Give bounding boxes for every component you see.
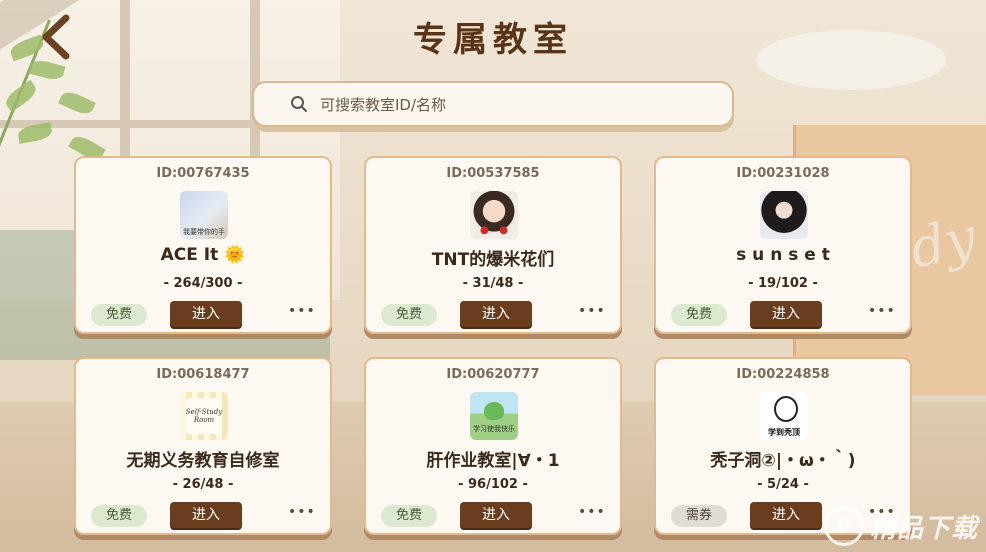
more-options-icon[interactable]: •••	[288, 304, 315, 324]
room-id: ID:00618477	[156, 367, 250, 382]
room-avatar: 我要带你的手	[180, 191, 228, 239]
enter-button[interactable]: 进入	[750, 301, 822, 327]
room-card[interactable]: ID:00618477 Self-Study Room 无期义务教育自修室 - …	[74, 357, 332, 535]
room-name: ACE It 🌞	[160, 245, 246, 265]
room-id: ID:00537585	[446, 166, 540, 181]
enter-button[interactable]: 进入	[170, 502, 242, 528]
room-card[interactable]: ID:00620777 学习使我快乐 肝作业教室|∀・1 - 96/102 - …	[364, 357, 622, 535]
avatar-caption: Self-Study Room	[185, 408, 223, 424]
price-tag: 免费	[91, 304, 147, 326]
avatar-caption: 学习使我快乐	[473, 425, 515, 433]
room-id: ID:00231028	[736, 166, 830, 181]
watermark-p-icon: P	[823, 506, 864, 546]
price-tag: 免费	[91, 505, 147, 527]
room-id: ID:00620777	[446, 367, 540, 382]
search-placeholder: 可搜索教室ID/名称	[320, 95, 447, 114]
room-avatar	[760, 191, 808, 239]
enter-button[interactable]: 进入	[170, 301, 242, 327]
more-options-icon[interactable]: •••	[288, 505, 315, 525]
room-name: s u n s e t	[736, 245, 830, 265]
enter-button[interactable]: 进入	[460, 301, 532, 327]
room-card[interactable]: ID:00767435 我要带你的手 ACE It 🌞 - 264/300 - …	[74, 156, 332, 334]
price-tag: 免费	[671, 304, 727, 326]
more-options-icon[interactable]: •••	[578, 304, 605, 324]
room-avatar: Self-Study Room	[180, 392, 228, 440]
room-occupancy: - 5/24 -	[757, 477, 809, 492]
room-name: 无期义务教育自修室	[126, 451, 280, 471]
avatar-caption: 我要带你的手	[183, 228, 225, 236]
room-name: 秃子洞②|・ω・｀)	[710, 451, 856, 471]
more-options-icon[interactable]: •••	[578, 505, 605, 525]
avatar-caption: 学到秃顶	[768, 428, 800, 437]
watermark-text: 精品下载	[869, 513, 978, 544]
price-tag: 免费	[381, 505, 437, 527]
room-name: 肝作业教室|∀・1	[426, 451, 560, 471]
page-title: 专属教室	[413, 20, 573, 60]
price-tag: 免费	[381, 304, 437, 326]
room-occupancy: - 26/48 -	[172, 477, 234, 492]
search-icon	[291, 96, 307, 112]
watermark-logo: P 精品下载	[823, 506, 978, 546]
room-occupancy: - 19/102 -	[748, 276, 818, 291]
room-occupancy: - 264/300 -	[163, 276, 243, 291]
room-avatar: 学到秃顶	[760, 392, 808, 440]
room-card[interactable]: ID:00537585 TNT的爆米花们 - 31/48 - 免费 进入 •••	[364, 156, 622, 334]
more-options-icon[interactable]: •••	[868, 304, 895, 324]
room-avatar	[470, 191, 518, 239]
room-id: ID:00767435	[156, 166, 250, 181]
room-name: TNT的爆米花们	[431, 250, 555, 270]
enter-button[interactable]: 进入	[460, 502, 532, 528]
room-avatar: 学习使我快乐	[470, 392, 518, 440]
room-occupancy: - 31/48 -	[462, 276, 524, 291]
room-card[interactable]: ID:00231028 s u n s e t - 19/102 - 免费 进入…	[654, 156, 912, 334]
room-id: ID:00224858	[736, 367, 830, 382]
room-occupancy: - 96/102 -	[458, 477, 528, 492]
price-tag: 需券	[671, 505, 727, 527]
search-input[interactable]: 可搜索教室ID/名称	[252, 81, 734, 127]
enter-button[interactable]: 进入	[750, 502, 822, 528]
